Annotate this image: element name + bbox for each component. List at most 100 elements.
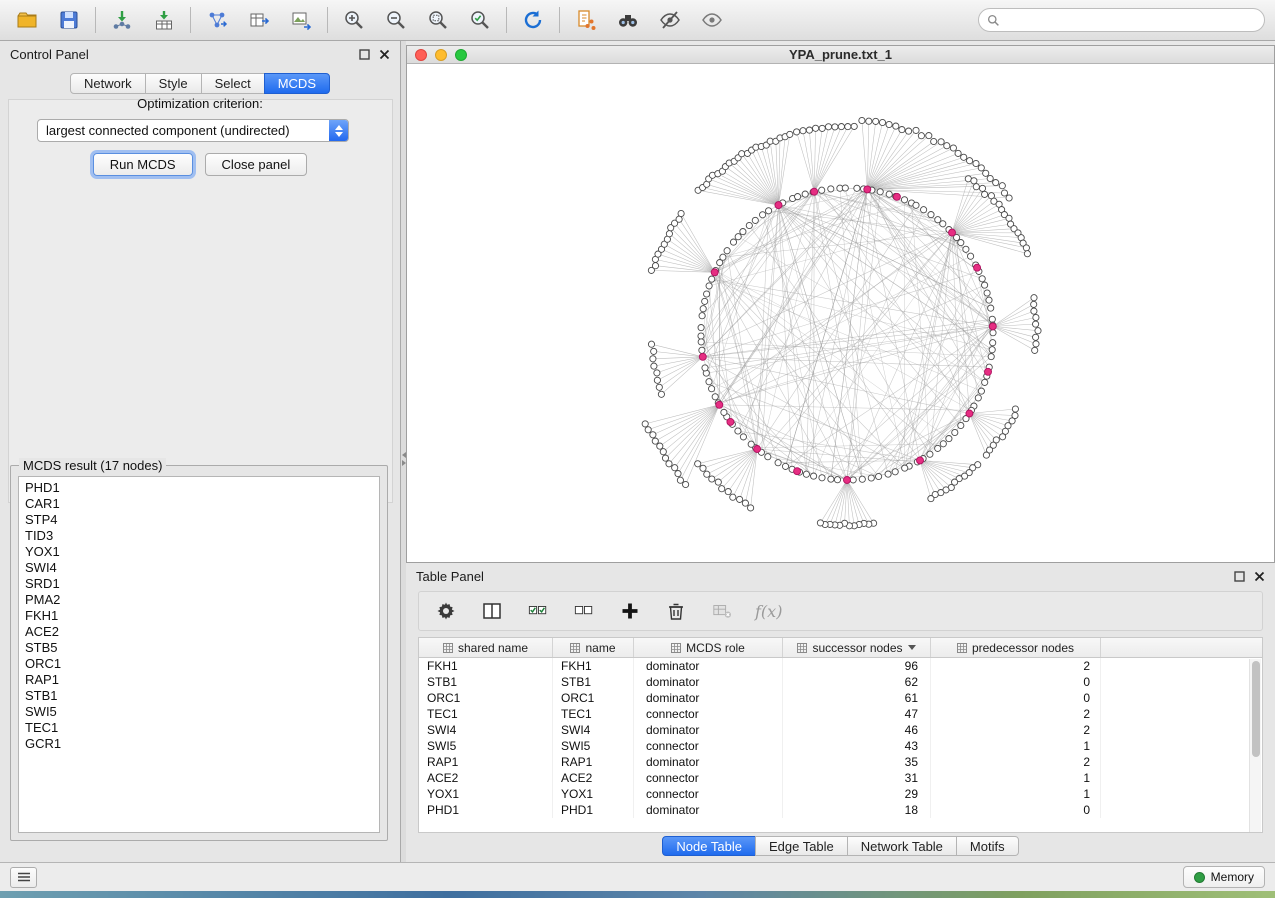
mcds-result-list[interactable]: PHD1CAR1STP4TID3YOX1SWI4SRD1PMA2FKH1ACE2… (18, 476, 380, 833)
network-node[interactable] (1033, 334, 1039, 340)
table-row[interactable]: TEC1TEC1connector472 (419, 706, 1262, 722)
import-network-file-button[interactable] (105, 5, 139, 35)
network-node[interactable] (787, 131, 793, 137)
network-node[interactable] (944, 143, 950, 149)
mcds-result-item[interactable]: CAR1 (25, 496, 379, 512)
table-cell[interactable]: dominator (634, 690, 783, 706)
network-node[interactable] (720, 254, 726, 260)
table-cell[interactable]: 46 (783, 722, 931, 738)
table-cell[interactable]: RAP1 (419, 754, 553, 770)
table-cell[interactable]: connector (634, 770, 783, 786)
mcds-result-item[interactable]: SWI4 (25, 560, 379, 576)
network-node[interactable] (946, 436, 952, 442)
network-node[interactable] (651, 363, 657, 369)
network-node[interactable] (918, 133, 924, 139)
network-node-dominator[interactable] (917, 457, 924, 464)
network-node[interactable] (803, 471, 809, 477)
tab-select[interactable]: Select (201, 73, 265, 94)
network-node[interactable] (1031, 308, 1037, 314)
column-header-name[interactable]: name (553, 638, 634, 657)
table-cell[interactable]: 35 (783, 754, 931, 770)
table-cell[interactable]: 1 (931, 738, 1101, 754)
network-node[interactable] (698, 333, 704, 339)
run-mcds-button[interactable]: Run MCDS (93, 153, 193, 176)
network-node[interactable] (811, 473, 817, 479)
network-node[interactable] (987, 175, 993, 181)
network-node-dominator[interactable] (727, 418, 734, 425)
network-node[interactable] (1035, 328, 1041, 334)
mcds-result-item[interactable]: SRD1 (25, 576, 379, 592)
network-node[interactable] (999, 183, 1005, 189)
network-node[interactable] (740, 434, 746, 440)
network-node[interactable] (642, 421, 648, 427)
network-node[interactable] (651, 348, 657, 354)
network-node[interactable] (989, 316, 995, 322)
close-panel-icon[interactable] (379, 49, 390, 60)
table-cell[interactable]: 31 (783, 770, 931, 786)
network-node[interactable] (813, 125, 819, 131)
network-node[interactable] (967, 158, 973, 164)
network-node[interactable] (866, 118, 872, 124)
network-node-dominator[interactable] (966, 410, 973, 417)
network-node[interactable] (709, 276, 715, 282)
network-node[interactable] (902, 465, 908, 471)
tab-motifs[interactable]: Motifs (956, 836, 1019, 856)
network-node[interactable] (978, 165, 984, 171)
network-node-dominator[interactable] (811, 188, 818, 195)
network-node[interactable] (906, 128, 912, 134)
network-node[interactable] (873, 118, 879, 124)
table-cell[interactable]: connector (634, 786, 783, 802)
window-close-icon[interactable] (415, 49, 427, 61)
network-node-dominator[interactable] (949, 229, 956, 236)
network-node[interactable] (650, 432, 656, 438)
network-node[interactable] (982, 191, 988, 197)
network-node[interactable] (715, 479, 721, 485)
network-node[interactable] (760, 212, 766, 218)
network-node[interactable] (1033, 321, 1039, 327)
network-node[interactable] (1001, 190, 1007, 196)
table-row[interactable]: ACE2ACE2connector311 (419, 770, 1262, 786)
network-node[interactable] (842, 185, 848, 191)
network-node[interactable] (982, 282, 988, 288)
network-node[interactable] (657, 443, 663, 449)
search-network-button[interactable] (611, 5, 645, 35)
network-node[interactable] (742, 500, 748, 506)
refresh-button[interactable] (516, 5, 550, 35)
mcds-result-item[interactable]: STB5 (25, 640, 379, 656)
network-window-titlebar[interactable]: YPA_prune.txt_1 (407, 46, 1274, 64)
network-node[interactable] (983, 452, 989, 458)
table-cell[interactable]: YOX1 (419, 786, 553, 802)
table-settings-button[interactable] (433, 598, 459, 624)
network-node-dominator[interactable] (985, 368, 992, 375)
network-node[interactable] (666, 461, 672, 467)
network-node[interactable] (973, 184, 979, 190)
hide-glyphs-button[interactable] (653, 5, 687, 35)
network-node[interactable] (952, 429, 958, 435)
network-node[interactable] (746, 222, 752, 228)
network-node[interactable] (806, 127, 812, 133)
network-node[interactable] (648, 341, 654, 347)
table-cell[interactable]: TEC1 (419, 706, 553, 722)
table-cell[interactable]: PHD1 (419, 802, 553, 818)
table-cell[interactable]: 0 (931, 690, 1101, 706)
network-node[interactable] (1032, 347, 1038, 353)
mcds-result-item[interactable]: TID3 (25, 528, 379, 544)
column-header-predecessor-nodes[interactable]: predecessor nodes (931, 638, 1101, 657)
network-node[interactable] (775, 460, 781, 466)
mcds-result-item[interactable]: PMA2 (25, 592, 379, 608)
column-header-successor-nodes[interactable]: successor nodes (783, 638, 931, 657)
network-node[interactable] (656, 384, 662, 390)
mcds-result-item[interactable]: ORC1 (25, 656, 379, 672)
network-node[interactable] (658, 391, 664, 397)
table-row[interactable]: FKH1FKH1dominator962 (419, 658, 1262, 674)
table-cell[interactable]: 62 (783, 674, 931, 690)
column-layout-button[interactable] (479, 598, 505, 624)
network-node[interactable] (645, 427, 651, 433)
network-node[interactable] (979, 185, 985, 191)
mcds-result-item[interactable]: RAP1 (25, 672, 379, 688)
table-scrollbar[interactable] (1249, 659, 1261, 833)
network-node[interactable] (730, 239, 736, 245)
network-node[interactable] (709, 386, 715, 392)
table-cell[interactable]: connector (634, 706, 783, 722)
table-cell[interactable]: dominator (634, 754, 783, 770)
